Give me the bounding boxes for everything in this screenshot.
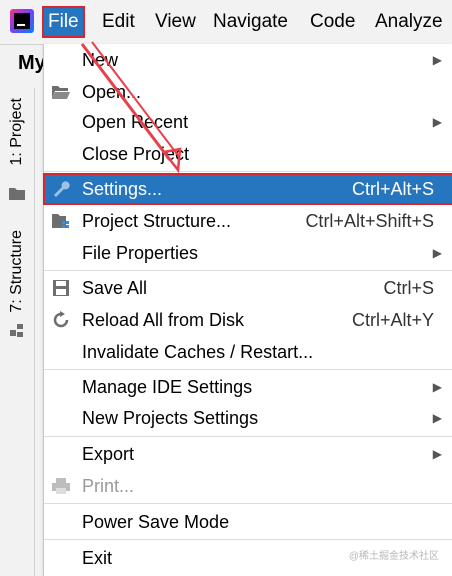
menu-separator <box>44 503 452 504</box>
shortcut-label: Ctrl+Alt+Shift+S <box>305 211 434 231</box>
structure-tool-tab[interactable]: 7: Structure <box>0 228 34 348</box>
project-structure-icon <box>52 214 69 228</box>
submenu-arrow-icon: ▶ <box>432 447 442 461</box>
menu-item-new-projects-settings[interactable]: New Projects Settings ▶ <box>44 403 452 433</box>
menu-view[interactable]: View <box>151 8 200 36</box>
reload-icon <box>53 311 69 328</box>
wrench-icon <box>54 181 70 197</box>
structure-icon <box>10 324 23 337</box>
menu-item-power-save-mode[interactable]: Power Save Mode <box>44 507 452 537</box>
print-icon <box>52 478 70 494</box>
submenu-arrow-icon: ▶ <box>432 411 442 425</box>
menu-item-settings[interactable]: Settings... Ctrl+Alt+S <box>43 173 452 205</box>
menu-item-project-structure[interactable]: Project Structure... Ctrl+Alt+Shift+S <box>44 206 452 236</box>
menu-item-new[interactable]: New ▶ <box>44 45 452 75</box>
save-icon <box>53 280 69 296</box>
project-tab-label: 1: Project <box>8 98 25 166</box>
menu-item-close-project[interactable]: Close Project <box>44 139 452 169</box>
project-title: My <box>18 52 46 74</box>
menu-code[interactable]: Code <box>306 8 359 36</box>
menu-item-export[interactable]: Export ▶ <box>44 439 452 469</box>
menu-edit[interactable]: Edit <box>98 8 139 36</box>
folder-icon <box>9 188 25 200</box>
menu-item-reload-all[interactable]: Reload All from Disk Ctrl+Alt+Y <box>44 305 452 335</box>
menu-separator <box>44 369 452 370</box>
menu-file[interactable]: File <box>42 6 85 38</box>
menu-item-invalidate-caches[interactable]: Invalidate Caches / Restart... <box>44 337 452 367</box>
project-tool-tab[interactable]: 1: Project <box>0 96 34 206</box>
menu-item-save-all[interactable]: Save All Ctrl+S <box>44 273 452 303</box>
menu-analyze[interactable]: Analyze <box>371 8 447 36</box>
submenu-arrow-icon: ▶ <box>432 53 442 67</box>
shortcut-label: Ctrl+S <box>383 278 434 298</box>
submenu-arrow-icon: ▶ <box>432 115 442 129</box>
file-menu-dropdown: New ▶ Open... Open Recent ▶ Close Projec… <box>43 44 452 576</box>
shortcut-label: Ctrl+Alt+Y <box>351 310 434 330</box>
menu-navigate[interactable]: Navigate <box>209 8 292 36</box>
tool-window-strip: 1: Project 7: Structure <box>0 88 35 576</box>
menu-separator <box>44 539 452 540</box>
menu-item-file-properties[interactable]: File Properties ▶ <box>44 238 452 268</box>
menu-item-open[interactable]: Open... <box>44 77 452 107</box>
menu-separator <box>44 270 452 271</box>
menu-item-open-recent[interactable]: Open Recent ▶ <box>44 107 452 137</box>
menu-item-manage-ide-settings[interactable]: Manage IDE Settings ▶ <box>44 372 452 402</box>
folder-open-icon <box>52 86 70 99</box>
menu-item-print: Print... <box>44 471 452 501</box>
submenu-arrow-icon: ▶ <box>432 246 442 260</box>
intellij-logo-icon <box>10 9 34 33</box>
menu-separator <box>44 436 452 437</box>
submenu-arrow-icon: ▶ <box>432 380 442 394</box>
menu-bar: File Edit View Navigate Code Analyze <box>0 0 452 45</box>
menu-separator <box>44 171 452 172</box>
shortcut-label: Ctrl+Alt+S <box>351 179 434 199</box>
watermark: @稀土掘金技术社区 <box>348 551 439 562</box>
structure-tab-label: 7: Structure <box>8 230 25 313</box>
